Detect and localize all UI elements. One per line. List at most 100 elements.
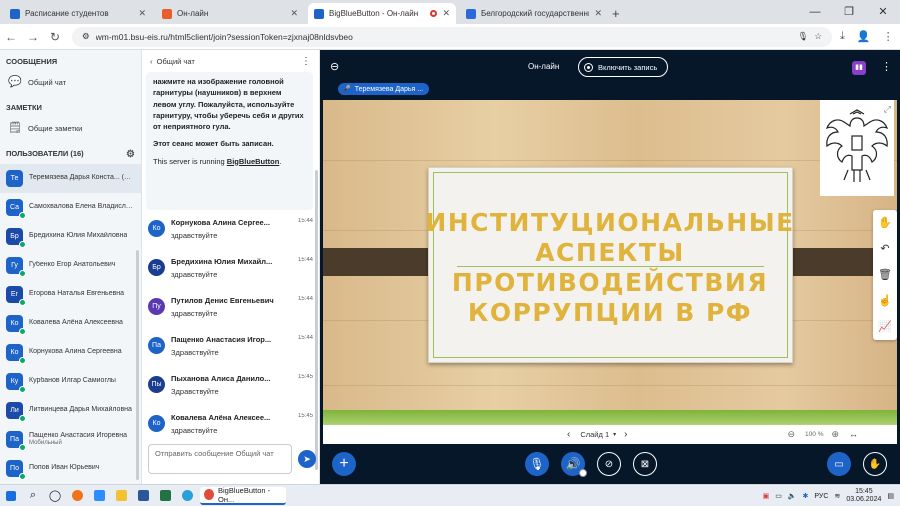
bbb-link[interactable]: BigBlueButton: [227, 157, 280, 166]
action-bar: + 🎙 🔊 ⊘ ⊠ ▭ ✋: [320, 444, 900, 484]
undo-icon[interactable]: ↶: [873, 236, 897, 262]
site-info-icon[interactable]: ⚙: [82, 31, 90, 42]
user-list-item[interactable]: Па Пащенко Анастасия Игоревна Мобильный: [0, 425, 141, 454]
edge-icon[interactable]: [176, 485, 198, 507]
shared-notes-nav[interactable]: 🗒 Общие заметки: [0, 116, 141, 142]
actions-plus-button[interactable]: +: [332, 452, 356, 476]
browser-tab-schedule[interactable]: Расписание студентов ✕: [4, 3, 152, 24]
user-list-item[interactable]: Ко Корнукова Алина Сергеевна: [0, 338, 141, 367]
presenter-name: Теремязева Дарья ...: [354, 85, 424, 93]
profile-icon[interactable]: 👤: [857, 30, 871, 43]
fit-width-icon[interactable]: ↔: [849, 429, 858, 439]
file-explorer-icon[interactable]: [110, 485, 132, 507]
user-avatar: Са: [6, 199, 26, 219]
user-list-item[interactable]: Са Самохвалова Елена Владисла...: [0, 193, 141, 222]
word-icon[interactable]: [132, 485, 154, 507]
language-indicator[interactable]: РУС: [814, 493, 828, 500]
close-tab-icon[interactable]: ✕: [442, 8, 450, 19]
search-icon[interactable]: ⌕: [22, 485, 44, 507]
minimize-icon[interactable]: —: [798, 0, 832, 24]
presentation-toggle-button[interactable]: ▭: [827, 452, 851, 476]
user-list-toggle-icon[interactable]: ⊖: [330, 60, 339, 73]
task-view-icon[interactable]: ◯: [44, 485, 66, 507]
user-list-item[interactable]: Ку Курбанов Илгар Самиоглы: [0, 367, 141, 396]
send-message-button[interactable]: ➤: [298, 450, 316, 468]
voice-icon[interactable]: 🎙: [798, 31, 809, 42]
wifi-tray-icon[interactable]: ≋: [834, 492, 840, 500]
user-list-item[interactable]: По Попов Иван Юрьевич: [0, 454, 141, 483]
screenshare-off-button[interactable]: ⊠: [633, 452, 657, 476]
recording-tray-icon[interactable]: ▣: [763, 492, 770, 500]
delete-icon[interactable]: 🗑: [873, 262, 897, 288]
close-window-icon[interactable]: ✕: [866, 0, 900, 24]
chart-icon[interactable]: 📈: [873, 314, 897, 340]
tab-title: BigBlueButton - Он-лайн: [329, 9, 419, 18]
pan-hand-tool-icon[interactable]: ✋: [873, 210, 897, 236]
excel-icon[interactable]: [154, 485, 176, 507]
chat-options-icon[interactable]: ⋮: [301, 56, 311, 67]
raise-hand-button[interactable]: ✋: [863, 452, 887, 476]
camera-off-button[interactable]: ⊘: [597, 452, 621, 476]
browser-menu-icon[interactable]: ⋮: [883, 30, 894, 43]
start-icon[interactable]: [0, 485, 22, 507]
bookmark-star-icon[interactable]: ☆: [814, 31, 822, 42]
prev-slide-icon[interactable]: ‹: [567, 429, 570, 440]
zoom-app-icon[interactable]: [88, 485, 110, 507]
user-list-scrollbar[interactable]: [136, 250, 139, 480]
network-tray-icon[interactable]: ▭: [775, 492, 782, 500]
hide-chat-button[interactable]: ‹ Общий чат: [150, 57, 195, 66]
user-list-item[interactable]: Те Теремязева Дарья Конста... (Вы): [0, 164, 141, 193]
user-list-item[interactable]: Гу Губенко Егор Анатольевич: [0, 251, 141, 280]
next-slide-icon[interactable]: ›: [624, 429, 627, 440]
close-tab-icon[interactable]: ✕: [594, 8, 602, 19]
user-list-item[interactable]: Бр Бредихина Юлия Михайловна: [0, 222, 141, 251]
slide-selector[interactable]: Слайд 1: [580, 430, 609, 439]
browser-tab-online[interactable]: Он-лайн ✕: [156, 3, 304, 24]
connection-status-icon[interactable]: ▮▮: [852, 61, 866, 75]
clock[interactable]: 15:45 03.06.2024: [846, 488, 881, 504]
user-name: Егорова Наталья Евгеньевна: [29, 290, 125, 298]
notifications-icon[interactable]: ▤: [887, 492, 894, 500]
taskbar-chrome-app[interactable]: BigBlueButton - Он...: [200, 486, 286, 505]
online-status-icon: [19, 386, 26, 393]
browser-tab-bigbluebutton[interactable]: BigBlueButton - Он-лайн ✕: [308, 3, 456, 24]
message-time: 15:44: [297, 218, 313, 224]
bluetooth-tray-icon[interactable]: ✱: [803, 492, 809, 500]
close-tab-icon[interactable]: ✕: [138, 8, 146, 19]
chat-message-input[interactable]: Отправить сообщение Общий чат: [148, 444, 292, 474]
back-icon[interactable]: ←: [0, 30, 22, 44]
slide-dropdown-icon[interactable]: ▾: [613, 431, 616, 438]
multi-user-icon[interactable]: ☝: [873, 288, 897, 314]
presentation-slide[interactable]: ИНСТИТУЦИОНАЛЬНЫЕ АСПЕКТЫ ПРОТИВОДЕЙСТВИ…: [323, 100, 897, 444]
message-sender: Пащенко Анастасия Игор...: [171, 335, 272, 344]
fullscreen-icon[interactable]: ⤢: [884, 104, 891, 115]
firefox-icon[interactable]: [66, 485, 88, 507]
zoom-out-icon[interactable]: ⊖: [788, 429, 796, 440]
url-field[interactable]: ⚙ wm-m01.bsu-eis.ru/html5client/join?ses…: [72, 26, 832, 47]
user-settings-gear-icon[interactable]: ⚙: [126, 149, 135, 160]
speaker-tray-icon[interactable]: 🔈: [788, 492, 797, 500]
options-menu-icon[interactable]: ⋮: [881, 60, 892, 73]
message-avatar: Пу: [148, 298, 165, 315]
audio-settings-icon[interactable]: [579, 469, 587, 477]
download-icon[interactable]: ⤓: [840, 30, 845, 43]
public-chat-nav[interactable]: 💬 Общий чат: [0, 70, 141, 96]
new-tab-button[interactable]: +: [612, 3, 620, 24]
user-list-item[interactable]: Ли Литвинцева Дарья Михайловна: [0, 396, 141, 425]
online-status-icon: [19, 444, 26, 451]
user-avatar: Гу: [6, 257, 26, 277]
start-recording-button[interactable]: Включить запись: [578, 57, 668, 77]
browser-tab-university[interactable]: Белгородский государственный ✕: [460, 3, 608, 24]
close-tab-icon[interactable]: ✕: [290, 8, 298, 19]
chat-scrollbar[interactable]: [315, 170, 318, 470]
microphone-button[interactable]: 🎙: [525, 452, 549, 476]
zoom-in-icon[interactable]: ⊕: [831, 429, 839, 440]
user-avatar: Ку: [6, 373, 26, 393]
user-list-item[interactable]: Ко Ковалева Алёна Алексеевна: [0, 309, 141, 338]
forward-icon[interactable]: →: [22, 30, 44, 44]
maximize-icon[interactable]: ❐: [832, 0, 866, 24]
user-list-item[interactable]: Ег Егорова Наталья Евгеньевна: [0, 280, 141, 309]
reload-icon[interactable]: ↻: [44, 30, 66, 44]
session-status: Он-лайн: [528, 62, 560, 71]
user-name: Губенко Егор Анатольевич: [29, 261, 116, 269]
